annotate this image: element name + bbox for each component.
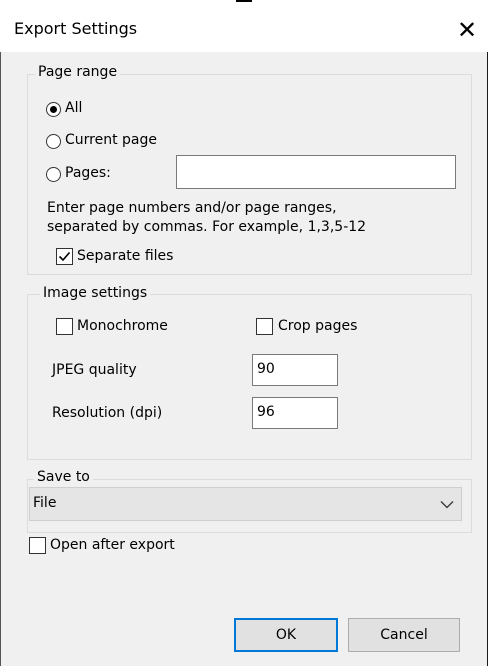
- save-to-selected: File: [33, 495, 57, 511]
- top-mark: [236, 0, 252, 2]
- separate-files-label[interactable]: Separate files: [77, 248, 173, 264]
- radio-current-page-label[interactable]: Current page: [65, 132, 157, 148]
- close-button[interactable]: ✕: [452, 15, 482, 45]
- image-settings-legend: Image settings: [40, 285, 151, 301]
- open-after-export-checkbox[interactable]: [29, 537, 46, 554]
- resolution-input[interactable]: 96: [252, 397, 338, 429]
- radio-pages[interactable]: [46, 167, 61, 182]
- page-range-hint-line1: Enter page numbers and/or page ranges,: [47, 200, 337, 216]
- monochrome-checkbox[interactable]: [56, 318, 73, 335]
- radio-current-page[interactable]: [46, 134, 61, 149]
- open-after-export-label[interactable]: Open after export: [50, 537, 175, 553]
- save-to-dropdown[interactable]: File: [29, 487, 462, 521]
- save-to-legend: Save to: [34, 469, 93, 485]
- window-top-strip: [0, 0, 488, 8]
- window-title: Export Settings: [14, 19, 138, 38]
- crop-pages-label[interactable]: Crop pages: [278, 318, 357, 334]
- checkmark-icon: [58, 251, 71, 262]
- window-left-edge: [0, 0, 1, 666]
- jpeg-quality-input[interactable]: 90: [252, 354, 338, 386]
- page-range-legend: Page range: [35, 64, 121, 80]
- jpeg-quality-label: JPEG quality: [52, 362, 137, 378]
- resolution-label: Resolution (dpi): [52, 405, 163, 421]
- separate-files-checkbox[interactable]: [56, 248, 73, 265]
- chevron-down-icon: [440, 501, 454, 509]
- title-bar[interactable]: Export Settings ✕: [0, 8, 488, 52]
- radio-all-label[interactable]: All: [65, 100, 82, 116]
- radio-all[interactable]: [46, 102, 61, 117]
- pages-input[interactable]: [176, 155, 456, 189]
- cancel-button[interactable]: Cancel: [348, 618, 460, 652]
- radio-pages-label[interactable]: Pages:: [65, 165, 111, 181]
- crop-pages-checkbox[interactable]: [256, 318, 273, 335]
- ok-button[interactable]: OK: [234, 618, 338, 652]
- close-icon: ✕: [456, 16, 478, 44]
- page-range-hint-line2: separated by commas. For example, 1,3,5-…: [47, 219, 367, 235]
- radio-selected-dot: [50, 106, 57, 113]
- monochrome-label[interactable]: Monochrome: [77, 318, 168, 334]
